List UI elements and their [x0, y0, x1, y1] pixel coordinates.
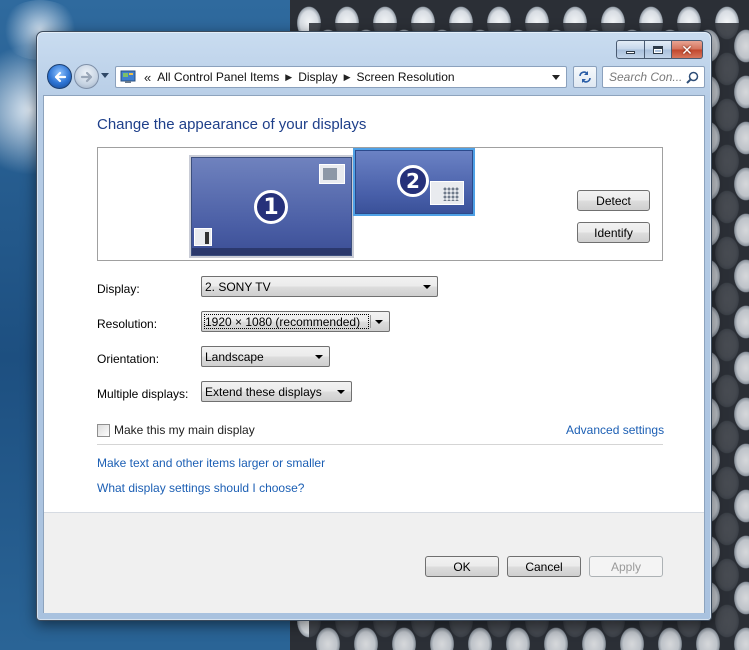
dropdown-separator: [370, 315, 371, 328]
close-icon: ✕: [681, 41, 693, 58]
breadcrumb-screen-resolution[interactable]: Screen Resolution: [357, 70, 455, 84]
monitor-taskbar: [192, 248, 351, 255]
address-bar[interactable]: « All Control Panel Items ▶ Display ▶ Sc…: [115, 66, 567, 88]
divider: [97, 444, 663, 445]
maximize-button[interactable]: [645, 40, 672, 59]
monitor-2-thumbnail[interactable]: 2: [355, 150, 473, 214]
back-button[interactable]: [47, 64, 72, 89]
screen-resolution-window: ✕ « All Control Panel Items ▶ Display ▶ …: [36, 31, 712, 621]
caption-buttons: ✕: [616, 40, 703, 59]
navigation-bar: « All Control Panel Items ▶ Display ▶ Sc…: [45, 62, 705, 92]
forward-arrow-icon: [80, 71, 92, 82]
monitor-number-badge: 2: [397, 165, 429, 197]
control-panel-icon: [120, 70, 136, 83]
main-display-checkbox-label[interactable]: Make this my main display: [114, 423, 255, 437]
orientation-label: Orientation:: [97, 352, 160, 366]
focus-rectangle: [204, 314, 369, 329]
orientation-select[interactable]: Landscape: [201, 346, 330, 367]
recent-pages-dropdown-icon[interactable]: [101, 73, 109, 78]
minimize-button[interactable]: [616, 40, 645, 59]
multiple-displays-select[interactable]: Extend these displays: [201, 381, 352, 402]
breadcrumb-separator[interactable]: ▶: [285, 72, 292, 83]
refresh-icon: [579, 71, 591, 83]
content-pane: Change the appearance of your displays 1…: [43, 95, 705, 613]
search-box[interactable]: [602, 66, 705, 88]
advanced-settings-link[interactable]: Advanced settings: [566, 423, 664, 437]
text-size-link[interactable]: Make text and other items larger or smal…: [97, 456, 325, 470]
minimize-icon: [626, 51, 635, 54]
identify-button[interactable]: Identify: [577, 222, 650, 243]
display-label: Display:: [97, 282, 140, 296]
search-icon: [686, 71, 699, 84]
desktop-gadget-icon: [194, 228, 212, 246]
monitor-number-badge: 1: [254, 190, 288, 224]
breadcrumb-overflow[interactable]: «: [144, 70, 151, 85]
resolution-label: Resolution:: [97, 317, 158, 331]
desktop-gadget-icon: [319, 164, 345, 184]
close-button[interactable]: ✕: [672, 40, 703, 59]
ok-button[interactable]: OK: [425, 556, 499, 577]
breadcrumb-separator[interactable]: ▶: [344, 72, 351, 83]
multiple-displays-label: Multiple displays:: [97, 387, 189, 401]
chevron-down-icon: [423, 285, 431, 289]
display-select[interactable]: 2. SONY TV: [201, 276, 438, 297]
chevron-down-icon: [315, 355, 323, 359]
address-dropdown-icon[interactable]: [552, 75, 560, 80]
page-title: Change the appearance of your displays: [97, 116, 367, 133]
breadcrumb-display[interactable]: Display: [298, 70, 337, 84]
maximize-icon: [653, 45, 663, 54]
resolution-select[interactable]: 1920 × 1080 (recommended): [201, 311, 390, 332]
display-select-value: 2. SONY TV: [205, 279, 271, 294]
search-input[interactable]: [603, 67, 685, 87]
breadcrumb-all-control-panel-items[interactable]: All Control Panel Items: [157, 70, 279, 84]
chevron-down-icon: [337, 390, 345, 394]
orientation-select-value: Landscape: [205, 349, 264, 364]
cancel-button[interactable]: Cancel: [507, 556, 581, 577]
multiple-displays-select-value: Extend these displays: [205, 384, 322, 399]
main-display-checkbox[interactable]: [97, 423, 110, 437]
desktop-gadget-icon: [430, 181, 464, 205]
display-help-link[interactable]: What display settings should I choose?: [97, 481, 304, 495]
chevron-down-icon: [375, 320, 383, 324]
refresh-button[interactable]: [573, 66, 597, 88]
apply-button[interactable]: Apply: [589, 556, 663, 577]
forward-button[interactable]: [74, 64, 99, 89]
detect-button[interactable]: Detect: [577, 190, 650, 211]
back-arrow-icon: [54, 71, 66, 82]
monitor-1-thumbnail[interactable]: 1: [191, 157, 352, 256]
main-display-option[interactable]: Make this my main display: [97, 423, 255, 437]
